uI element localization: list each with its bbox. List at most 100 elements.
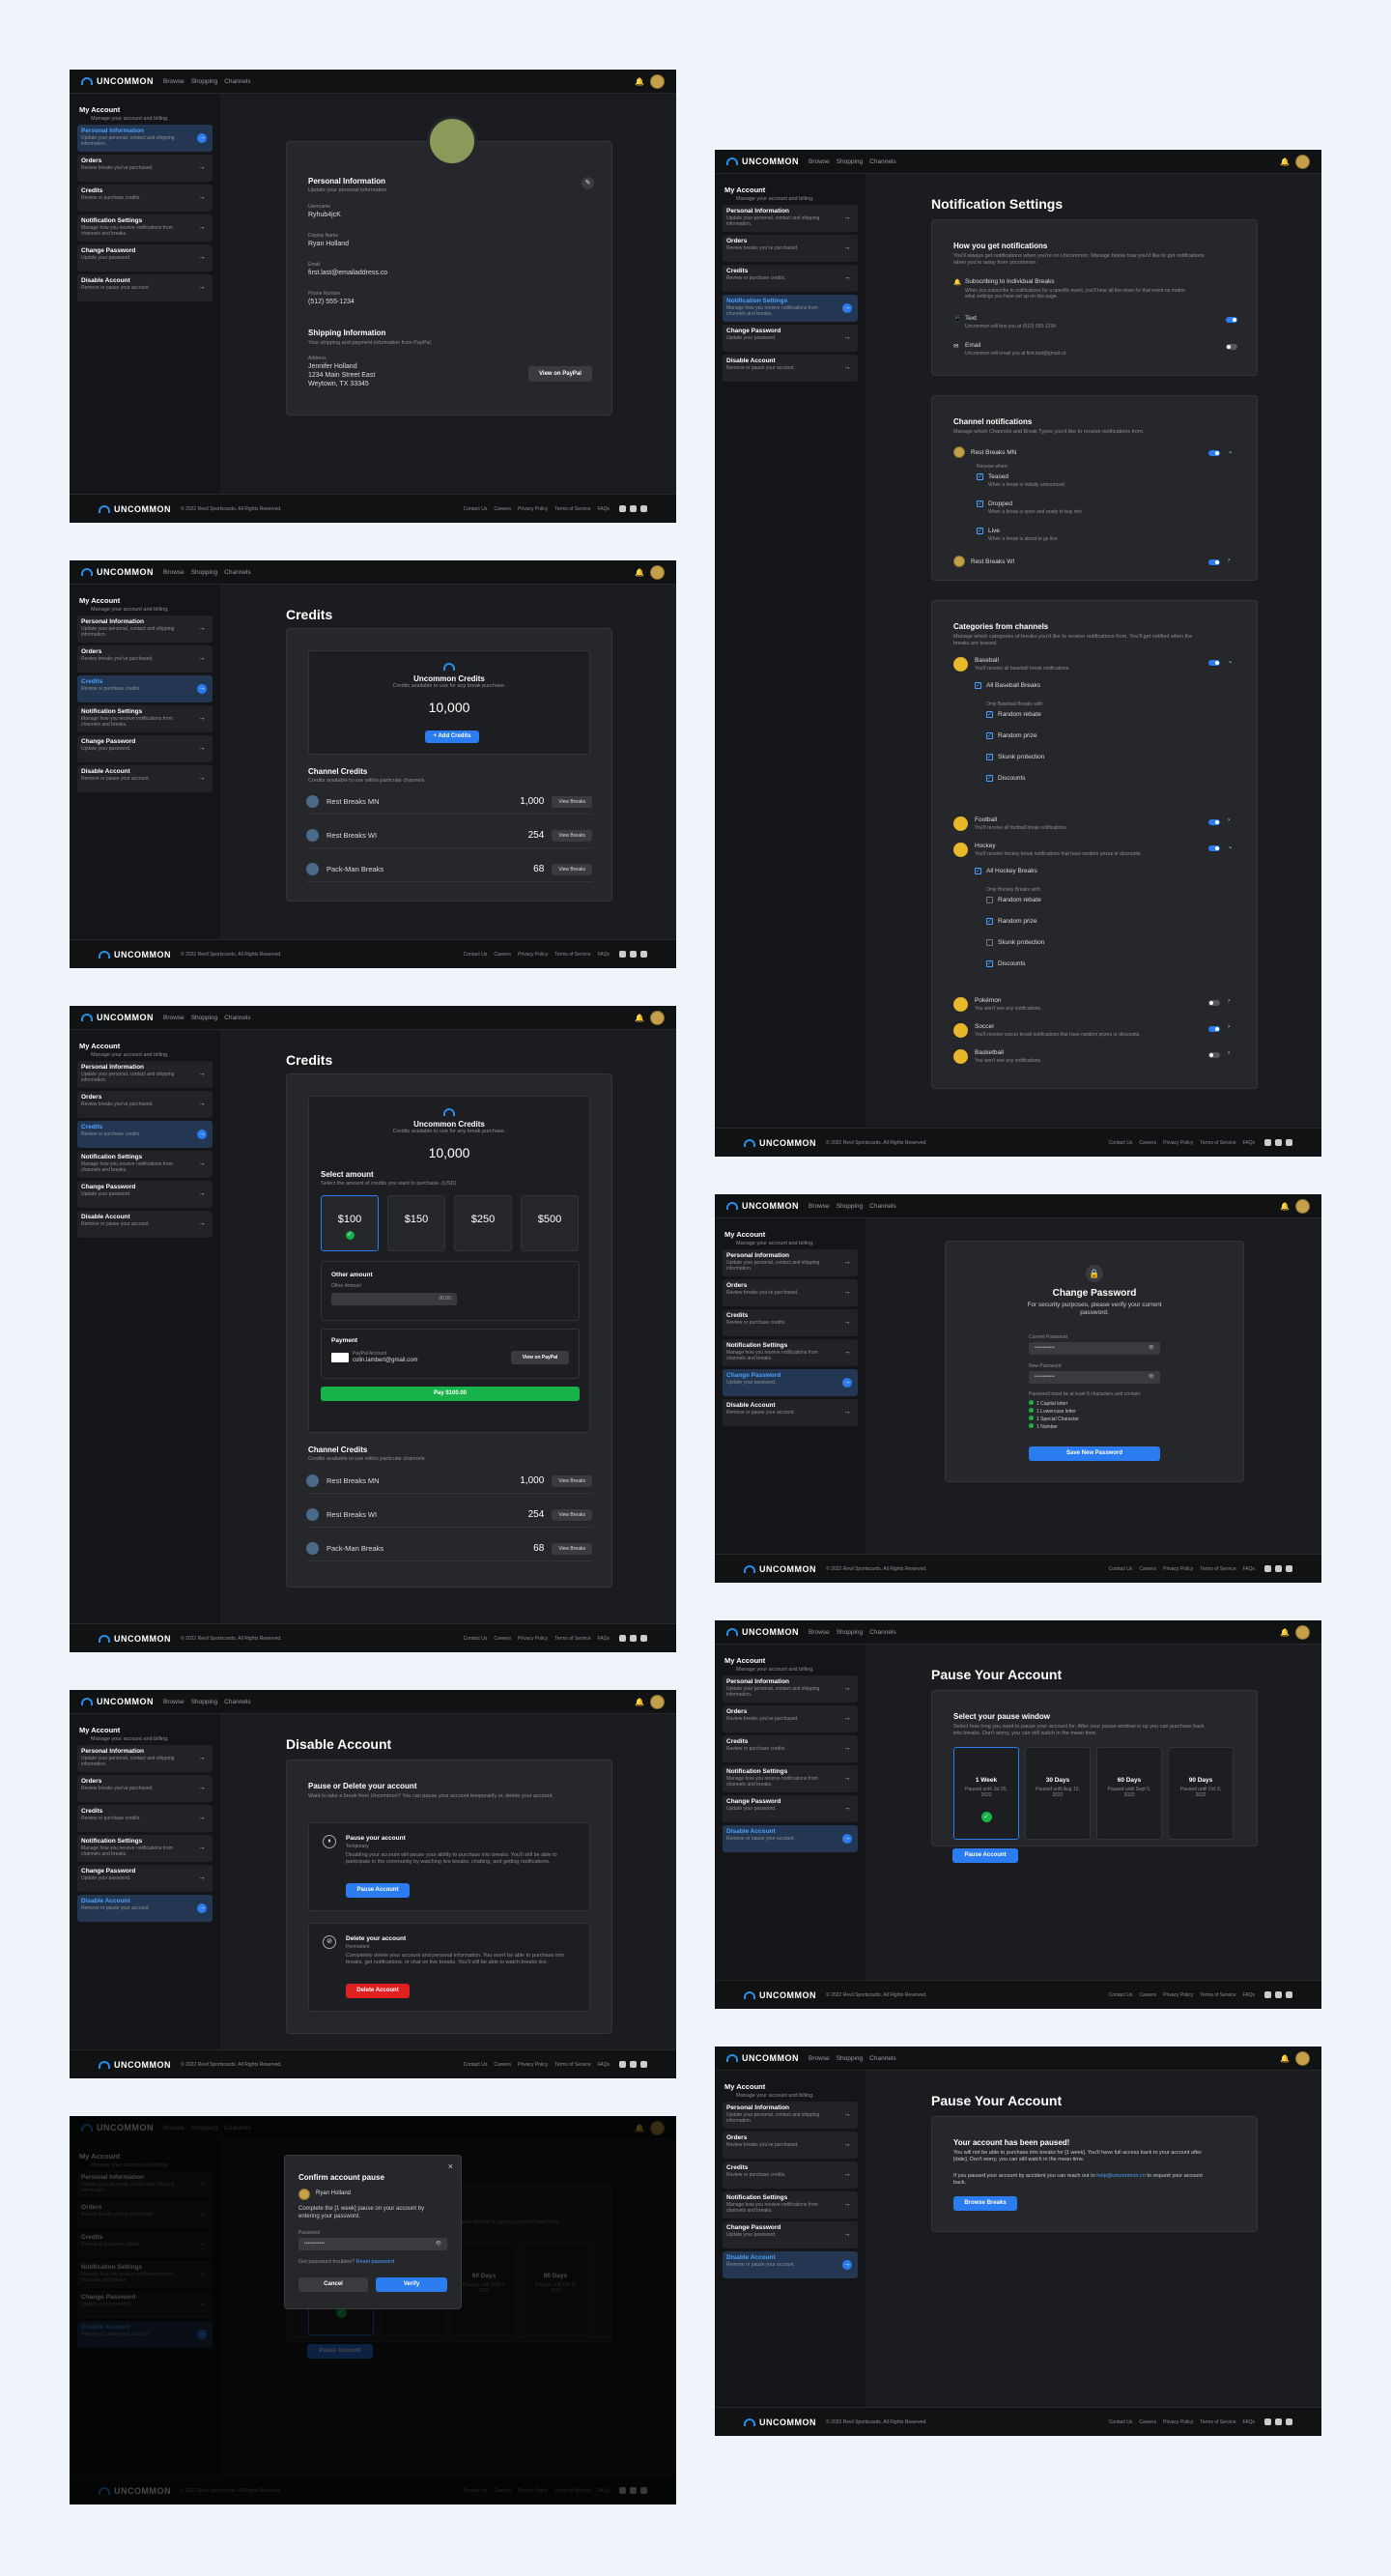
- sidebar-item[interactable]: Notification SettingsManage how you rece…: [77, 1151, 213, 1178]
- footer-link[interactable]: FAQs: [597, 2062, 610, 2068]
- footer-link[interactable]: Careers: [494, 1636, 511, 1642]
- facebook-icon[interactable]: [1286, 1139, 1292, 1146]
- amount-option[interactable]: $250: [454, 1195, 512, 1251]
- footer-link[interactable]: Contact Us: [1109, 1566, 1133, 1572]
- bell-icon[interactable]: 🔔: [635, 1698, 644, 1706]
- footer-link[interactable]: Contact Us: [1109, 2419, 1133, 2425]
- footer-link[interactable]: Terms of Service: [1200, 1140, 1235, 1146]
- sidebar-item[interactable]: Personal InformationUpdate your personal…: [723, 1249, 858, 1276]
- profile-photo[interactable]: [427, 116, 477, 166]
- chevron-right-icon[interactable]: ›: [1228, 557, 1230, 563]
- avatar[interactable]: [1295, 2050, 1310, 2066]
- footer-link[interactable]: Terms of Service: [554, 952, 590, 958]
- view-breaks-button[interactable]: View Breaks: [552, 863, 592, 875]
- youtube-icon[interactable]: [1275, 1565, 1282, 1572]
- checkbox[interactable]: ✓: [977, 501, 983, 507]
- sidebar-item[interactable]: OrdersReview breaks you've purchased. →: [723, 2132, 858, 2159]
- sidebar-item[interactable]: Disable AccountRemove or pause your acco…: [723, 355, 858, 382]
- pause-option[interactable]: 1 Week Paused until Jul 26, 2022 ✓: [953, 1747, 1019, 1840]
- footer-link[interactable]: Terms of Service: [554, 506, 590, 512]
- sidebar-item[interactable]: CreditsReview or purchase credits. →: [723, 265, 858, 292]
- avatar[interactable]: [1295, 1624, 1310, 1640]
- footer-link[interactable]: Contact Us: [1109, 1140, 1133, 1146]
- avatar[interactable]: [1295, 1198, 1310, 1214]
- nav-link[interactable]: Channels: [224, 1699, 250, 1705]
- avatar[interactable]: [650, 73, 665, 89]
- checkbox[interactable]: ✓: [977, 473, 983, 480]
- brand-logo[interactable]: UNCOMMON: [81, 567, 154, 577]
- current-password-input[interactable]: •••••••••••• 👁: [1029, 1342, 1160, 1355]
- checkbox[interactable]: ✓: [986, 754, 993, 760]
- sidebar-item[interactable]: OrdersReview breaks you've purchased. →: [77, 1775, 213, 1802]
- facebook-icon[interactable]: [640, 1635, 647, 1642]
- view-paypal-button[interactable]: View on PayPal: [528, 366, 592, 382]
- category-toggle[interactable]: [1208, 1026, 1220, 1032]
- sidebar-item[interactable]: Disable AccountRemove or pause your acco…: [77, 274, 213, 301]
- bell-icon[interactable]: 🔔: [1280, 1202, 1290, 1211]
- category-toggle[interactable]: [1208, 819, 1220, 825]
- footer-link[interactable]: Careers: [494, 2062, 511, 2068]
- brand-logo[interactable]: UNCOMMON: [726, 2053, 799, 2063]
- footer-link[interactable]: Privacy Policy: [518, 952, 548, 958]
- facebook-icon[interactable]: [1286, 2419, 1292, 2425]
- sidebar-item[interactable]: Change PasswordUpdate your password. →: [77, 1181, 213, 1208]
- facebook-icon[interactable]: [1286, 1565, 1292, 1572]
- bell-icon[interactable]: 🔔: [635, 77, 644, 86]
- checkbox[interactable]: ✓: [975, 868, 981, 874]
- amount-option[interactable]: $500: [521, 1195, 579, 1251]
- avatar[interactable]: [1295, 154, 1310, 169]
- sidebar-item[interactable]: OrdersReview breaks you've purchased. →: [723, 235, 858, 262]
- sidebar-item[interactable]: OrdersReview breaks you've purchased. →: [77, 1091, 213, 1118]
- bell-icon[interactable]: 🔔: [635, 568, 644, 577]
- footer-link[interactable]: Terms of Service: [554, 2062, 590, 2068]
- footer-link[interactable]: Privacy Policy: [1163, 1140, 1193, 1146]
- discord-icon[interactable]: [619, 1635, 626, 1642]
- sidebar-item[interactable]: Change PasswordUpdate your password. →: [723, 325, 858, 352]
- category-toggle[interactable]: [1208, 1052, 1220, 1058]
- close-icon[interactable]: ×: [448, 2161, 453, 2171]
- checkbox[interactable]: [986, 939, 993, 946]
- browse-breaks-button[interactable]: Browse Breaks: [953, 2196, 1017, 2211]
- nav-link[interactable]: Browse: [163, 78, 185, 85]
- footer-link[interactable]: Contact Us: [1109, 1992, 1133, 1998]
- eye-icon[interactable]: 👁: [1149, 1345, 1154, 1351]
- pay-button[interactable]: Pay $100.00: [321, 1387, 580, 1401]
- footer-link[interactable]: Contact Us: [464, 952, 488, 958]
- chevron-right-icon[interactable]: ›: [1228, 816, 1230, 823]
- nav-link[interactable]: Browse: [809, 1629, 830, 1636]
- youtube-icon[interactable]: [630, 1635, 637, 1642]
- footer-link[interactable]: FAQs: [1242, 1140, 1255, 1146]
- avatar[interactable]: [650, 564, 665, 580]
- nav-link[interactable]: Channels: [224, 1015, 250, 1021]
- brand-logo[interactable]: UNCOMMON: [726, 157, 799, 166]
- nav-link[interactable]: Browse: [809, 2055, 830, 2062]
- footer-link[interactable]: Terms of Service: [554, 1636, 590, 1642]
- checkbox[interactable]: ✓: [986, 918, 993, 925]
- sidebar-item[interactable]: CreditsReview or purchase credits. →: [723, 1735, 858, 1762]
- footer-link[interactable]: FAQs: [597, 506, 610, 512]
- sidebar-item[interactable]: Disable AccountRemove or pause your acco…: [723, 2251, 858, 2278]
- sidebar-item[interactable]: CreditsReview or purchase credits. →: [723, 2161, 858, 2189]
- sidebar-item[interactable]: Personal InformationUpdate your personal…: [77, 125, 213, 152]
- pause-account-button[interactable]: Pause Account: [952, 1848, 1018, 1863]
- sidebar-item[interactable]: Notification SettingsManage how you rece…: [77, 215, 213, 242]
- sidebar-item[interactable]: Disable AccountRemove or pause your acco…: [723, 1399, 858, 1426]
- nav-link[interactable]: Shopping: [837, 1629, 863, 1636]
- sidebar-item[interactable]: Notification SettingsManage how you rece…: [77, 1835, 213, 1862]
- nav-link[interactable]: Browse: [809, 1203, 830, 1210]
- footer-link[interactable]: Contact Us: [464, 2062, 488, 2068]
- other-amount-input[interactable]: 00.00: [331, 1293, 457, 1305]
- sidebar-item[interactable]: OrdersReview breaks you've purchased. →: [77, 645, 213, 673]
- nav-link[interactable]: Shopping: [191, 78, 217, 85]
- view-breaks-button[interactable]: View Breaks: [552, 1474, 592, 1487]
- pause-option[interactable]: 90 Days Paused until Oct 9, 2022: [1168, 1747, 1234, 1840]
- sidebar-item[interactable]: CreditsReview or purchase credits. →: [77, 675, 213, 702]
- sidebar-item[interactable]: Personal InformationUpdate your personal…: [723, 205, 858, 232]
- edit-icon[interactable]: ✎: [582, 177, 594, 189]
- new-password-input[interactable]: •••••••••••• 👁: [1029, 1371, 1160, 1384]
- avatar[interactable]: [650, 1694, 665, 1709]
- facebook-icon[interactable]: [1286, 1991, 1292, 1998]
- category-toggle[interactable]: [1208, 660, 1220, 666]
- nav-link[interactable]: Channels: [224, 569, 250, 576]
- discord-icon[interactable]: [1264, 1565, 1271, 1572]
